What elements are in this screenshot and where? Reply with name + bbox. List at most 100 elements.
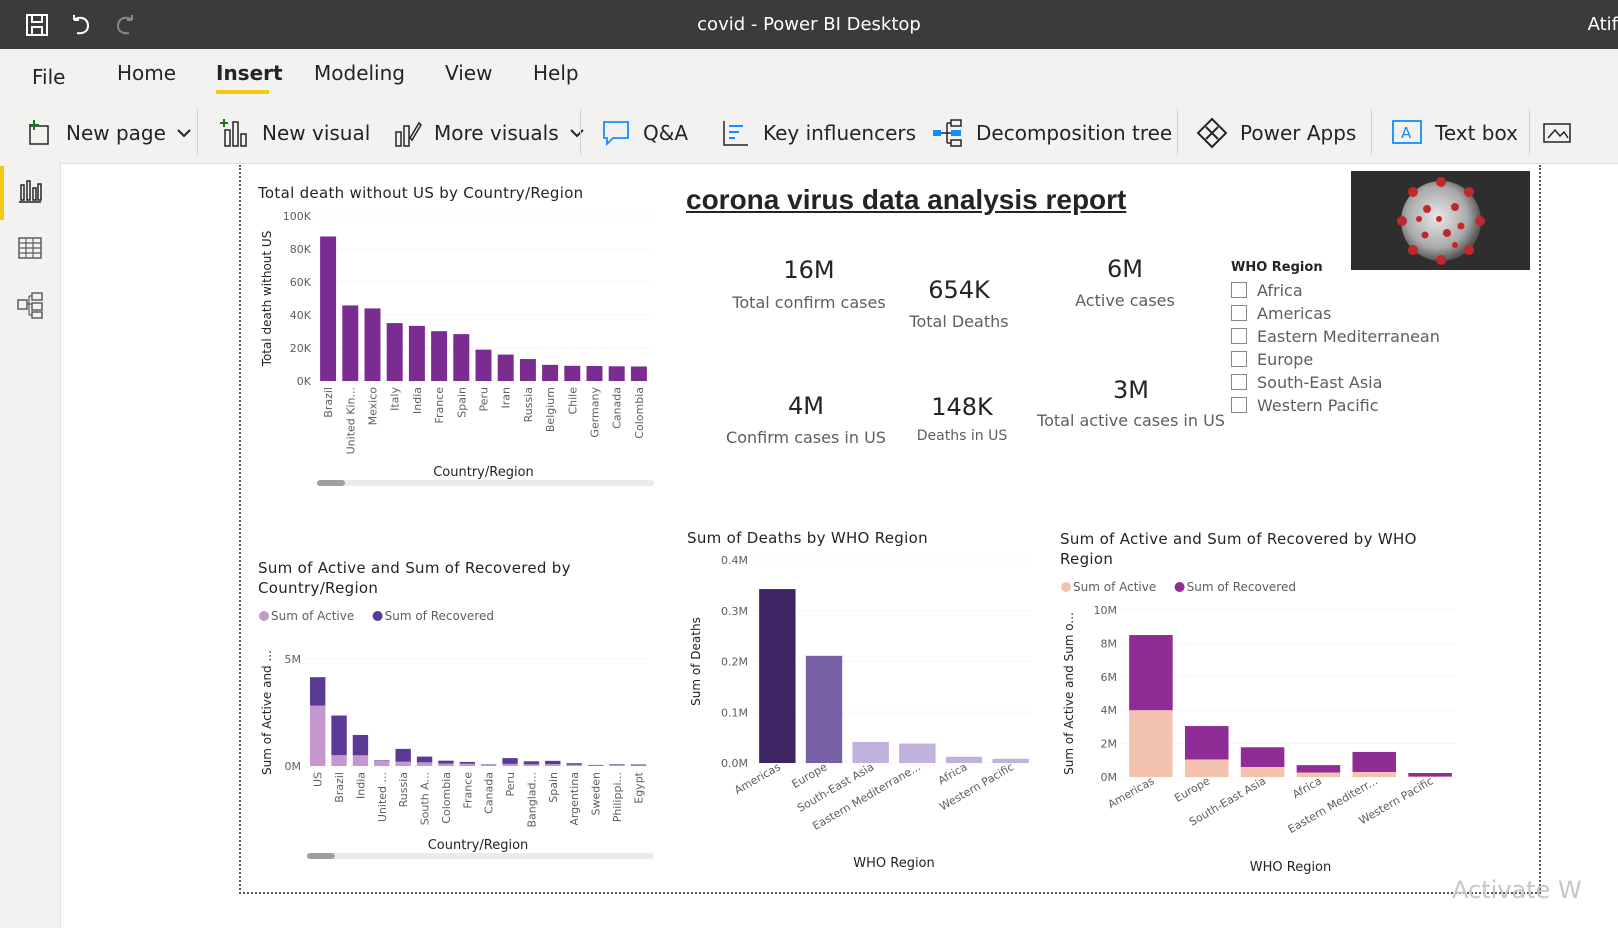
checkbox[interactable] bbox=[1231, 328, 1247, 344]
slicer-item-western-pacific[interactable]: Western Pacific bbox=[1231, 395, 1379, 415]
slicer-item-label: Africa bbox=[1257, 280, 1303, 300]
y-tick-label: 5M bbox=[285, 653, 302, 666]
qna-button[interactable]: Q&A bbox=[601, 117, 688, 149]
power-apps-button[interactable]: Power Apps bbox=[1196, 117, 1356, 149]
bar bbox=[374, 760, 390, 766]
new-visual-button[interactable]: New visual bbox=[220, 117, 370, 149]
chevron-down-icon bbox=[569, 129, 584, 138]
more-visuals-button[interactable]: More visuals bbox=[392, 117, 587, 149]
x-tick-label: Africa bbox=[1290, 774, 1324, 801]
coronavirus-image[interactable] bbox=[1351, 171, 1530, 270]
scrollbar-thumb bbox=[317, 480, 345, 486]
legend-marker bbox=[372, 611, 383, 621]
user-name[interactable]: Atif bbox=[1588, 14, 1618, 35]
slicer-item-south-east-asia[interactable]: South-East Asia bbox=[1231, 372, 1382, 392]
x-tick-label: India bbox=[411, 387, 424, 414]
bar bbox=[364, 308, 381, 381]
y-tick-label: 0K bbox=[297, 375, 312, 388]
data-view-icon[interactable] bbox=[16, 234, 44, 262]
chart-active-recovered-country[interactable]: 0M 5M Sum of Active and ... US Brazil India Un… bbox=[255, 604, 665, 866]
checkbox[interactable] bbox=[1231, 305, 1247, 321]
checkbox[interactable] bbox=[1231, 282, 1247, 298]
bar bbox=[630, 764, 647, 766]
menu-insert[interactable]: Insert bbox=[216, 61, 283, 85]
bar bbox=[431, 331, 448, 381]
slicer-item-europe[interactable]: Europe bbox=[1231, 349, 1313, 369]
bar bbox=[497, 354, 514, 381]
slicer-item-africa[interactable]: Africa bbox=[1231, 280, 1303, 300]
bar bbox=[545, 764, 561, 766]
text-box-button[interactable]: A Text box bbox=[1391, 117, 1518, 149]
legend-marker bbox=[259, 611, 269, 621]
ribbon-separator bbox=[1371, 109, 1372, 155]
more-visuals-label: More visuals bbox=[434, 121, 559, 145]
view-switcher bbox=[0, 163, 61, 928]
chart-deaths-who[interactable]: 0.0M0.1M0.2M0.3M0.4MSum of DeathsAmerica… bbox=[684, 548, 1044, 878]
chart-active-recovered-who[interactable]: 0M 2M 4M 6M 8M 10M Sum of Active and Sum o... A… bbox=[1057, 576, 1467, 880]
menu-file[interactable]: File bbox=[32, 65, 65, 89]
slicer-item-eastern-mediterranean[interactable]: Eastern Mediterranean bbox=[1231, 326, 1440, 346]
slicer-item-americas[interactable]: Americas bbox=[1231, 303, 1331, 323]
chart-deaths-without-us[interactable]: 0K 20K 40K 60K 80K 100K Total death without US… bbox=[255, 205, 665, 495]
slicer-item-label: Eastern Mediterranean bbox=[1257, 326, 1440, 346]
x-tick-label: Spain bbox=[455, 387, 468, 418]
bar bbox=[1408, 772, 1452, 777]
card-value-active: 6M bbox=[1107, 255, 1143, 283]
bar bbox=[630, 366, 647, 381]
bar bbox=[416, 762, 433, 766]
x-axis-label: Country/Region bbox=[428, 838, 529, 853]
bar bbox=[320, 236, 337, 381]
bar bbox=[309, 705, 326, 766]
ribbon-separator bbox=[1177, 109, 1178, 155]
menu-modeling[interactable]: Modeling bbox=[314, 61, 405, 85]
decomposition-tree-button[interactable]: Decomposition tree bbox=[932, 117, 1172, 149]
model-view-icon[interactable] bbox=[16, 291, 44, 319]
x-tick-label: Egypt bbox=[632, 771, 645, 803]
checkbox[interactable] bbox=[1231, 374, 1247, 390]
x-tick-label: Colombia bbox=[633, 387, 646, 439]
x-tick-label: Banglad... bbox=[525, 772, 538, 828]
qna-label: Q&A bbox=[643, 121, 689, 145]
ribbon-separator bbox=[197, 109, 198, 155]
activation-watermark: Activate W bbox=[1452, 876, 1582, 904]
x-tick-label: United ... bbox=[376, 772, 389, 822]
bar bbox=[395, 748, 411, 762]
menu-home[interactable]: Home bbox=[117, 61, 176, 85]
active-tab-indicator bbox=[216, 90, 269, 94]
report-view-icon[interactable] bbox=[16, 177, 44, 205]
bar bbox=[459, 763, 476, 766]
y-tick-label: 0M bbox=[1101, 771, 1118, 784]
menu-view[interactable]: View bbox=[445, 61, 492, 85]
x-tick-label: US bbox=[312, 772, 325, 787]
coronavirus-icon bbox=[1351, 171, 1530, 270]
bar bbox=[609, 764, 625, 766]
x-tick-label: Belgium bbox=[544, 387, 557, 432]
y-tick-label: 0.3M bbox=[721, 605, 748, 618]
bar bbox=[309, 677, 326, 706]
y-tick-label: 100K bbox=[283, 210, 312, 223]
bar bbox=[805, 655, 843, 763]
key-influencers-button[interactable]: Key influencers bbox=[721, 117, 916, 149]
new-visual-icon bbox=[220, 119, 247, 147]
y-tick-label: 8M bbox=[1101, 637, 1118, 650]
bar bbox=[352, 734, 369, 756]
bar bbox=[545, 760, 561, 765]
new-page-button[interactable]: New page bbox=[26, 117, 194, 149]
key-influencers-icon bbox=[723, 121, 748, 146]
y-tick-label: 20K bbox=[290, 342, 312, 355]
bar bbox=[480, 764, 497, 766]
y-tick-label: 0.2M bbox=[721, 656, 748, 669]
x-tick-label: Argentina bbox=[568, 772, 581, 826]
checkbox[interactable] bbox=[1231, 397, 1247, 413]
new-page-label: New page bbox=[66, 121, 166, 145]
x-axis-label: WHO Region bbox=[1250, 860, 1332, 875]
x-tick-label: India bbox=[354, 772, 367, 799]
x-tick-label: Colombia bbox=[440, 772, 453, 824]
menu-help[interactable]: Help bbox=[533, 61, 579, 85]
checkbox[interactable] bbox=[1231, 351, 1247, 367]
x-tick-label: United Kin... bbox=[344, 387, 357, 454]
bar bbox=[566, 764, 582, 766]
ribbon-separator bbox=[1529, 109, 1530, 155]
more-ribbon-button[interactable] bbox=[1542, 117, 1584, 149]
y-tick-label: 0.0M bbox=[721, 757, 748, 770]
